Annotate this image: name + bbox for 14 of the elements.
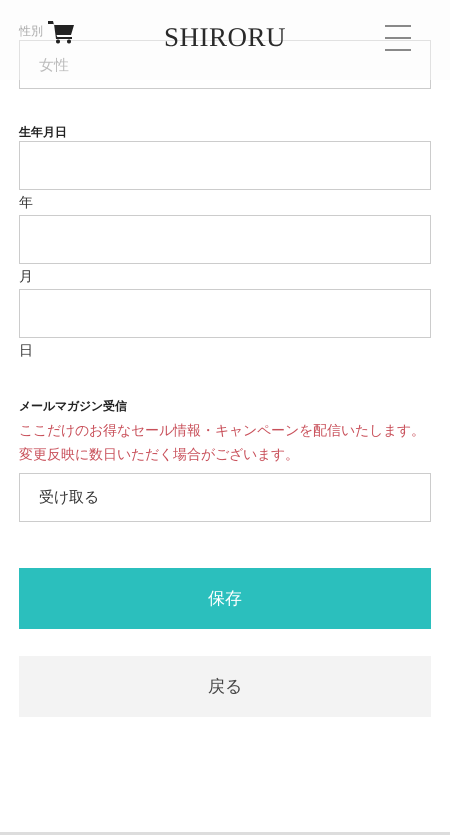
input-field[interactable] [19,215,431,264]
field-suffix: 年 [19,194,34,213]
field-label: 生年月日 [19,124,68,141]
field-suffix: 月 [19,268,34,287]
field-label: メールマガジン受信 [19,398,128,415]
field-label: 性別 [19,23,43,40]
notice-text: ここだけのお得なセール情報・キャンペーンを配信いたします。 変更反映に数日いただく場合がございます。 [19,422,426,465]
field-suffix: 日 [19,342,34,361]
input-field[interactable] [19,141,431,190]
input-field[interactable] [19,289,431,338]
menu-icon[interactable] [385,25,411,51]
cart-icon[interactable] [48,20,75,44]
newsletter-select[interactable]: 受け取る [19,473,431,522]
back-button[interactable]: 戻る [19,656,431,717]
